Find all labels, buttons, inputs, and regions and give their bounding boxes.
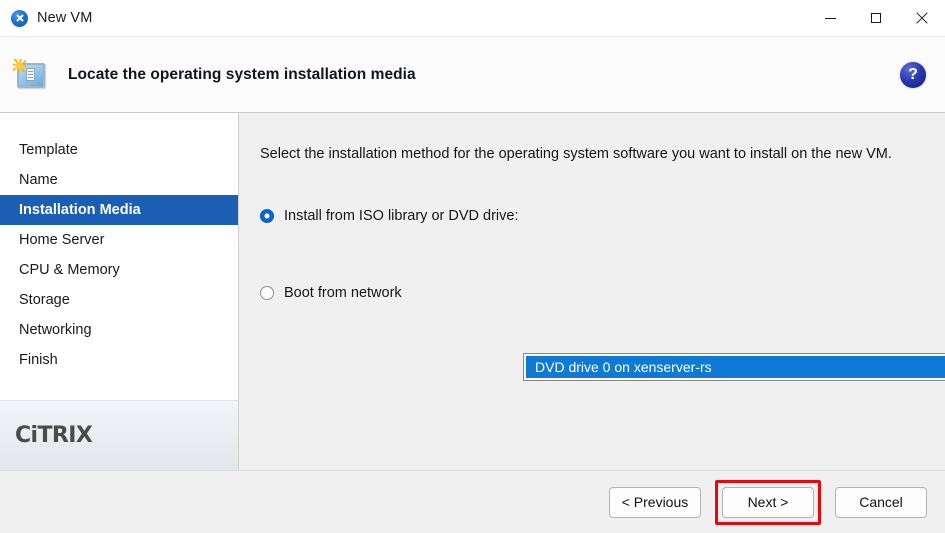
window-title: New VM — [37, 10, 93, 26]
iso-source-row: DVD drive 0 on xenserver-rs New ISO libr… — [523, 353, 945, 381]
new-vm-wizard-icon — [13, 58, 49, 91]
cancel-button[interactable]: Cancel — [835, 486, 927, 518]
minimize-button[interactable] — [807, 0, 853, 36]
radio-boot-from-network[interactable]: Boot from network — [260, 285, 402, 301]
wizard-header: Locate the operating system installation… — [0, 37, 945, 113]
wizard-footer: < Previous Next > Cancel — [0, 470, 945, 533]
close-icon — [916, 12, 928, 24]
wizard-steps-sidebar: Template Name Installation Media Home Se… — [0, 113, 239, 470]
radio-boot-from-network-label: Boot from network — [284, 285, 402, 301]
sidebar-item-template[interactable]: Template — [0, 135, 238, 165]
previous-button[interactable]: < Previous — [609, 486, 701, 518]
new-star-icon — [13, 58, 26, 72]
radio-install-from-iso[interactable]: Install from ISO library or DVD drive: — [260, 208, 518, 224]
sidebar-filler — [0, 375, 238, 400]
sidebar-item-cpu-memory[interactable]: CPU & Memory — [0, 255, 238, 285]
close-button[interactable] — [899, 0, 945, 36]
installation-media-panel: Select the installation method for the o… — [239, 113, 945, 470]
title-bar: New VM — [0, 0, 945, 37]
instruction-text: Select the installation method for the o… — [260, 146, 892, 162]
help-icon[interactable]: ? — [900, 61, 926, 88]
wizard-body: Template Name Installation Media Home Se… — [0, 113, 945, 470]
wizard-steps-list: Template Name Installation Media Home Se… — [0, 113, 238, 375]
vm-page-shape — [26, 67, 35, 81]
maximize-icon — [871, 13, 881, 23]
xenserver-x-icon — [11, 9, 28, 27]
radio-install-from-iso-label: Install from ISO library or DVD drive: — [284, 208, 519, 224]
next-button-highlight: Next > — [715, 479, 821, 525]
sidebar-item-name[interactable]: Name — [0, 165, 238, 195]
sidebar-brand-area: CiTRIX — [0, 400, 238, 470]
iso-source-value: DVD drive 0 on xenserver-rs — [526, 356, 945, 378]
sidebar-item-home-server[interactable]: Home Server — [0, 225, 238, 255]
sidebar-item-installation-media[interactable]: Installation Media — [0, 195, 238, 225]
sidebar-item-storage[interactable]: Storage — [0, 285, 238, 315]
maximize-button[interactable] — [853, 0, 899, 36]
citrix-logo: CiTRIX — [15, 423, 93, 448]
radio-off-icon[interactable] — [260, 286, 274, 300]
sidebar-item-networking[interactable]: Networking — [0, 315, 238, 345]
page-title: Locate the operating system installation… — [68, 65, 416, 83]
new-vm-wizard-window: New VM Locate the operating system insta… — [0, 0, 945, 533]
next-button[interactable]: Next > — [722, 486, 814, 518]
iso-source-combobox[interactable]: DVD drive 0 on xenserver-rs — [523, 353, 945, 381]
sidebar-item-finish[interactable]: Finish — [0, 345, 238, 375]
radio-on-icon[interactable] — [260, 209, 274, 223]
minimize-icon — [824, 17, 836, 19]
